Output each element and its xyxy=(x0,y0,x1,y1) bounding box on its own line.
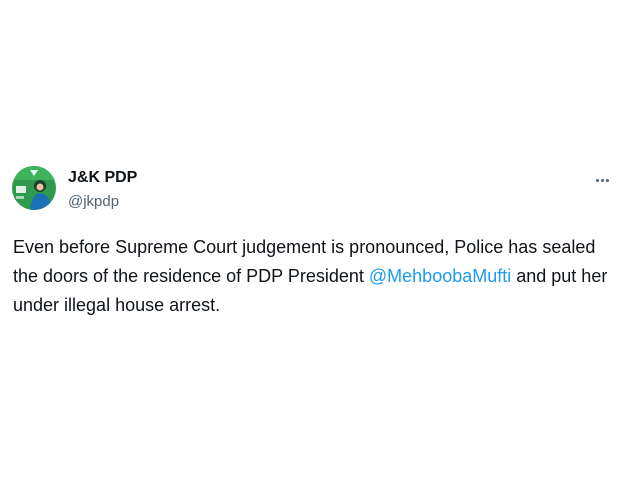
tweet: J&K PDP @jkpdp Even before Supreme Court… xyxy=(0,0,640,480)
profile-avatar-image xyxy=(12,166,56,210)
more-icon-dot xyxy=(605,178,609,182)
author-avatar[interactable] xyxy=(12,166,56,210)
author-handle[interactable]: @jkpdp xyxy=(68,192,137,212)
tweet-text: Even before Supreme Court judgement is p… xyxy=(13,233,613,320)
mention-link[interactable]: @MehboobaMufti xyxy=(369,266,511,286)
author-display-name[interactable]: J&K PDP xyxy=(68,168,137,188)
more-icon-dot xyxy=(595,178,599,182)
more-options-button[interactable] xyxy=(588,168,616,192)
more-icon-dot xyxy=(600,178,604,182)
author-info: J&K PDP @jkpdp xyxy=(68,168,137,212)
